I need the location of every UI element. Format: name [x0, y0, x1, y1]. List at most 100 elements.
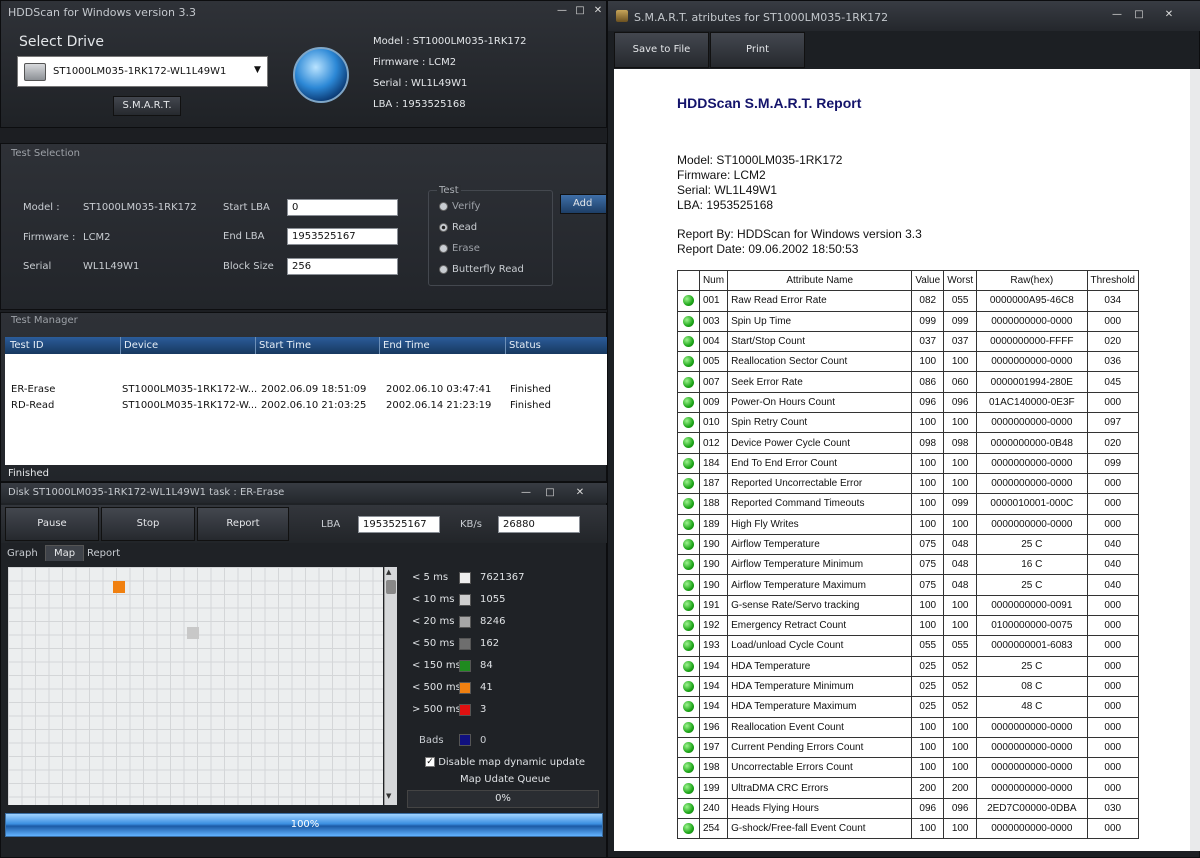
- raw-cell: 25 C: [976, 574, 1088, 596]
- tm-col-end[interactable]: End Time: [379, 337, 430, 354]
- value-cell: 096: [911, 797, 945, 820]
- worst-cell: 096: [943, 797, 978, 820]
- value-cell: 100: [911, 452, 945, 474]
- block-size-input[interactable]: 256: [287, 258, 398, 275]
- num-cell: 005: [698, 351, 729, 373]
- test-group-label: Test: [437, 185, 461, 196]
- tm-col-device[interactable]: Device: [120, 337, 158, 354]
- ts-serial-value: WL1L49W1: [83, 261, 140, 272]
- raw-cell: 16 C: [976, 554, 1088, 576]
- status-ok-icon: [682, 579, 694, 591]
- stop-button[interactable]: Stop: [101, 507, 195, 541]
- radio-verify[interactable]: Verify: [439, 201, 480, 212]
- table-row[interactable]: RD-Read ST1000LM035-1RK172-W... 2002.06.…: [5, 398, 607, 414]
- report-scrollbar[interactable]: [1190, 69, 1200, 851]
- attribute-name-cell: Load/unload Cycle Count: [727, 635, 913, 657]
- info-firmware: Firmware : LCM2: [373, 57, 457, 68]
- threshold-cell: 000: [1086, 472, 1140, 495]
- raw-cell: 0000000000-0000: [976, 818, 1088, 840]
- radio-read[interactable]: Read: [439, 222, 477, 233]
- table-row: 187 Reported Uncorrectable Error 100 100 000…: [677, 472, 1140, 495]
- maximize-icon[interactable]: □: [571, 4, 589, 17]
- legend-swatch: [459, 572, 471, 584]
- legend-count: 8246: [480, 616, 506, 627]
- report-title: HDDScan S.M.A.R.T. Report: [677, 95, 862, 111]
- scroll-up-icon[interactable]: ▲: [386, 568, 391, 576]
- threshold-cell: 000: [1086, 513, 1140, 535]
- radio-butterfly[interactable]: Butterfly Read: [439, 264, 524, 275]
- table-row[interactable]: ER-Erase ST1000LM035-1RK172-W... 2002.06…: [5, 382, 607, 398]
- minimize-icon[interactable]: —: [517, 486, 535, 499]
- pause-button[interactable]: Pause: [5, 507, 99, 541]
- tm-col-start[interactable]: Start Time: [255, 337, 311, 354]
- map-block-gray: [187, 627, 199, 639]
- scroll-down-icon[interactable]: ▼: [386, 792, 391, 800]
- report-by: Report By: HDDScan for Windows version 3…: [677, 227, 922, 241]
- disable-map-checkbox[interactable]: ✓ Disable map dynamic update: [425, 757, 585, 768]
- print-button[interactable]: Print: [710, 32, 805, 68]
- status-cell: [677, 554, 700, 576]
- smart-col-threshold: Threshold: [1086, 269, 1140, 292]
- radio-erase[interactable]: Erase: [439, 243, 480, 254]
- chevron-down-icon[interactable]: ▼: [254, 65, 261, 75]
- minimize-icon[interactable]: —: [1108, 8, 1126, 21]
- raw-cell: 25 C: [976, 655, 1088, 677]
- close-icon[interactable]: ✕: [589, 4, 607, 17]
- close-icon[interactable]: ✕: [1160, 8, 1178, 21]
- attribute-name-cell: Reported Command Timeouts: [727, 493, 913, 515]
- status-ok-icon: [682, 437, 694, 449]
- status-cell: [677, 452, 700, 474]
- tm-cell-status: Finished: [510, 400, 551, 411]
- scroll-thumb[interactable]: [386, 580, 396, 594]
- ts-model-label: Model :: [23, 202, 60, 213]
- add-test-button[interactable]: Add Tes: [560, 194, 607, 214]
- value-cell: 075: [911, 574, 945, 596]
- maximize-icon[interactable]: □: [1130, 8, 1148, 21]
- value-cell: 098: [911, 432, 945, 454]
- attribute-name-cell: Heads Flying Hours: [727, 797, 913, 820]
- minimize-icon[interactable]: —: [553, 4, 571, 17]
- maximize-icon[interactable]: □: [541, 486, 559, 499]
- threshold-cell: 000: [1086, 736, 1140, 759]
- report-button[interactable]: Report: [197, 507, 289, 541]
- threshold-cell: 000: [1086, 757, 1140, 779]
- end-lba-input[interactable]: 1953525167: [287, 228, 398, 245]
- threshold-cell: 045: [1086, 371, 1140, 393]
- worst-cell: 100: [943, 472, 978, 495]
- num-cell: 009: [698, 391, 729, 414]
- worst-cell: 100: [943, 818, 978, 840]
- status-cell: [677, 655, 700, 677]
- threshold-cell: 020: [1086, 432, 1140, 454]
- status-cell: [677, 533, 700, 556]
- num-cell: 010: [698, 412, 729, 434]
- map-scrollbar[interactable]: ▲ ▼: [384, 567, 397, 805]
- status-cell: [677, 635, 700, 657]
- raw-cell: 0000000000-FFFF: [976, 330, 1088, 353]
- table-row: 254 G-shock/Free-fall Event Count 100 100 00…: [677, 818, 1140, 840]
- save-to-file-button[interactable]: Save to File: [614, 32, 709, 68]
- start-lba-input[interactable]: 0: [287, 199, 398, 216]
- threshold-cell: 097: [1086, 412, 1140, 434]
- close-icon[interactable]: ✕: [571, 486, 589, 499]
- tab-map[interactable]: Map: [45, 545, 85, 561]
- drive-select[interactable]: ST1000LM035-1RK172-WL1L49W1 ▼: [17, 56, 268, 87]
- worst-cell: 037: [943, 330, 978, 353]
- num-cell: 192: [698, 615, 729, 637]
- num-cell: 194: [698, 696, 729, 718]
- tab-graph[interactable]: Graph: [7, 548, 38, 559]
- raw-cell: 01AC140000-0E3F: [976, 391, 1088, 414]
- worst-cell: 099: [943, 493, 978, 515]
- tm-col-status[interactable]: Status: [505, 337, 541, 354]
- attribute-name-cell: End To End Error Count: [727, 452, 913, 474]
- table-row: 189 High Fly Writes 100 100 0000000000-0000 0…: [677, 513, 1140, 535]
- raw-cell: 0000001994-280E: [976, 371, 1088, 393]
- attribute-name-cell: Reallocation Event Count: [727, 716, 913, 738]
- tm-col-testid[interactable]: Test ID: [10, 337, 44, 354]
- status-cell: [677, 412, 700, 434]
- smart-button[interactable]: S.M.A.R.T.: [113, 96, 181, 116]
- status-cell: [677, 513, 700, 535]
- status-bar: Finished: [8, 468, 49, 479]
- table-row: 010 Spin Retry Count 100 100 0000000000-0000…: [677, 412, 1140, 434]
- tab-report[interactable]: Report: [87, 548, 120, 559]
- smart-window-title: S.M.A.R.T. atributes for ST1000LM035-1RK…: [634, 11, 889, 24]
